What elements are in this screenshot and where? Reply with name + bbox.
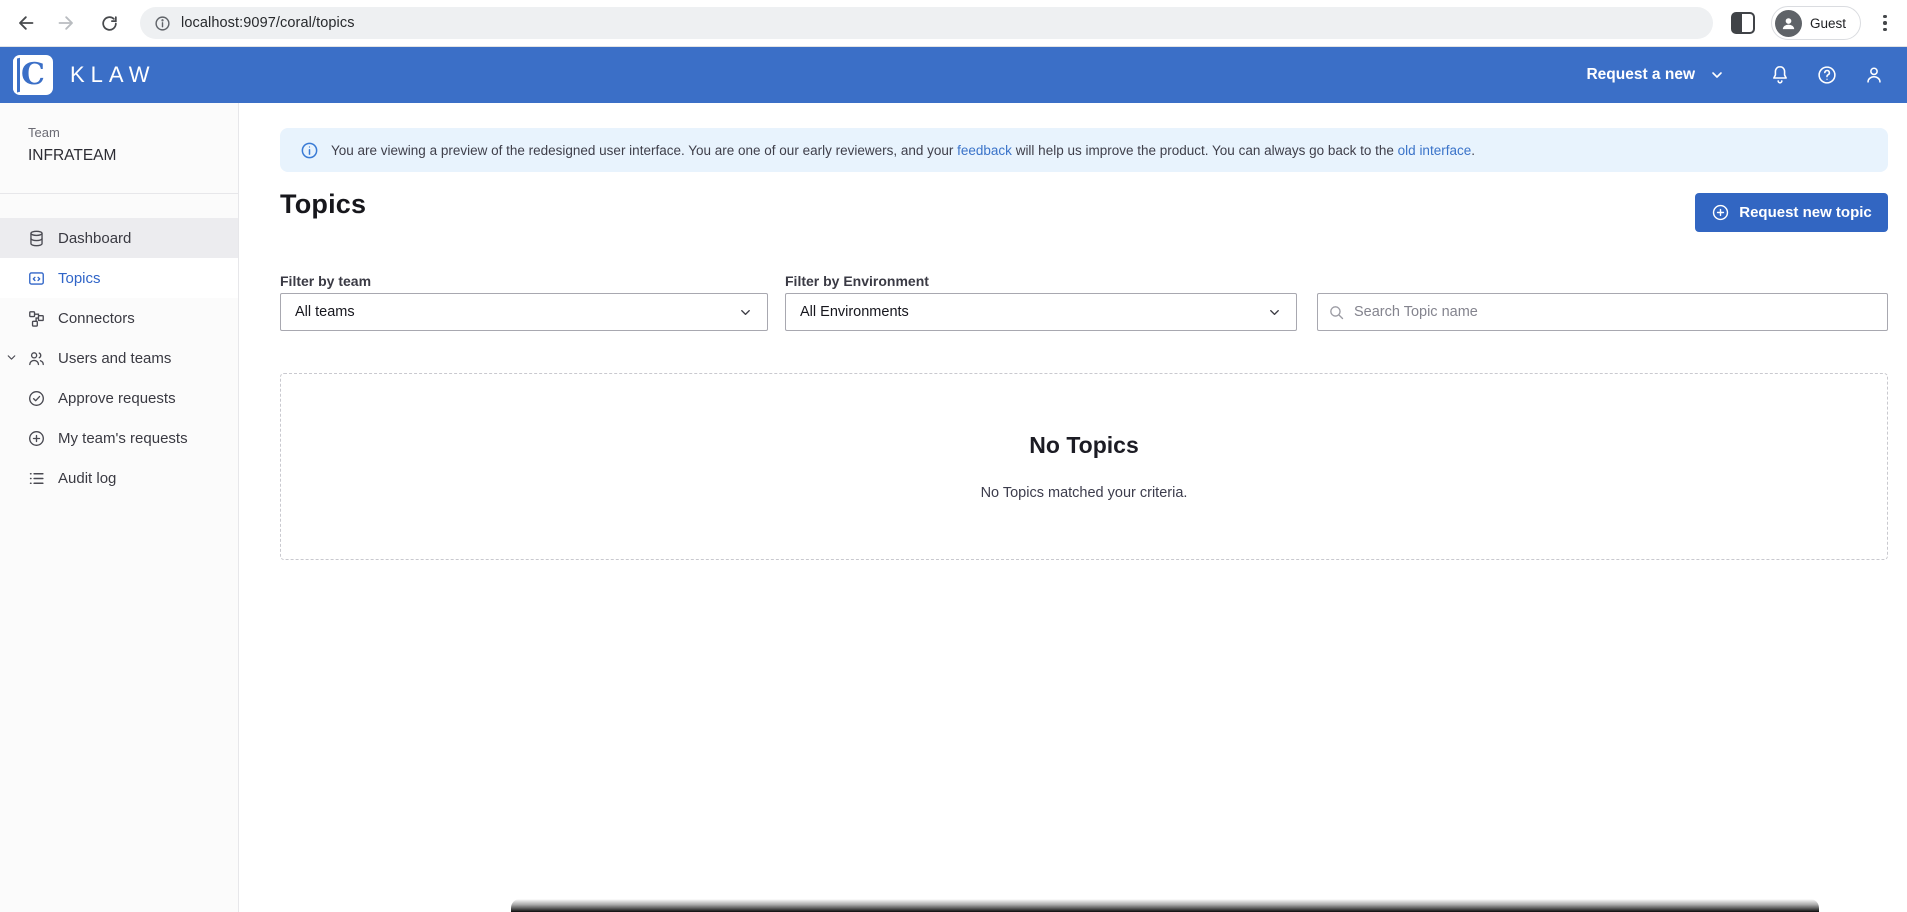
sidebar-item-topics[interactable]: Topics: [0, 258, 238, 298]
help-circle-icon: [1816, 64, 1838, 86]
profile-name: Guest: [1810, 16, 1846, 31]
filter-by-environment-label: Filter by Environment: [785, 273, 929, 289]
request-new-topic-button[interactable]: Request new topic: [1695, 193, 1888, 232]
klaw-logo[interactable]: C: [13, 55, 53, 95]
user-icon: [1863, 64, 1885, 86]
info-icon: [300, 141, 319, 160]
forward-arrow-icon: [57, 13, 77, 33]
browser-forward-button[interactable]: [50, 6, 84, 40]
sidebar-item-label: Users and teams: [58, 350, 171, 367]
audit-log-icon: [26, 468, 46, 488]
side-panel-icon[interactable]: [1731, 12, 1755, 34]
preview-banner: You are viewing a preview of the redesig…: [280, 128, 1888, 172]
team-filter-value: All teams: [295, 304, 355, 320]
sidebar-item-label: Topics: [58, 270, 101, 287]
reload-icon: [100, 14, 119, 33]
help-button[interactable]: [1814, 62, 1840, 88]
address-bar[interactable]: localhost:9097/coral/topics: [140, 7, 1713, 39]
app-header: C KLAW Request a new: [0, 47, 1907, 103]
sidebar-item-label: Audit log: [58, 470, 116, 487]
environment-filter-select[interactable]: All Environments: [785, 293, 1297, 331]
browser-profile-chip[interactable]: Guest: [1771, 6, 1861, 40]
sidebar-item-my-teams-requests[interactable]: My team's requests: [0, 418, 238, 458]
browser-back-button[interactable]: [8, 6, 42, 40]
browser-menu-button[interactable]: [1873, 11, 1897, 35]
avatar: [1775, 10, 1802, 37]
connectors-icon: [26, 308, 46, 328]
users-icon: [26, 348, 46, 368]
page-title: Topics: [280, 189, 366, 220]
page-info-icon[interactable]: [154, 15, 171, 32]
sidebar-item-connectors[interactable]: Connectors: [0, 298, 238, 338]
chevron-down-icon: [1267, 305, 1282, 320]
sidebar-item-dashboard[interactable]: Dashboard: [0, 218, 238, 258]
sidebar-item-label: My team's requests: [58, 430, 188, 447]
sidebar-item-label: Dashboard: [58, 230, 131, 247]
profile-button[interactable]: [1861, 62, 1887, 88]
main-content: You are viewing a preview of the redesig…: [240, 103, 1907, 912]
url-text: localhost:9097/coral/topics: [181, 15, 355, 31]
request-a-new-label: Request a new: [1586, 66, 1695, 84]
browser-toolbar: localhost:9097/coral/topics Guest: [0, 0, 1907, 47]
browser-reload-button[interactable]: [92, 6, 126, 40]
environment-filter-value: All Environments: [800, 304, 909, 320]
team-requests-icon: [26, 428, 46, 448]
approve-icon: [26, 388, 46, 408]
sidebar-item-approve-requests[interactable]: Approve requests: [0, 378, 238, 418]
person-icon: [1780, 15, 1797, 32]
sidebar-item-label: Connectors: [58, 310, 135, 327]
chevron-down-icon: [738, 305, 753, 320]
old-interface-link[interactable]: old interface: [1398, 143, 1472, 158]
sidebar-item-audit-log[interactable]: Audit log: [0, 458, 238, 498]
banner-text: You are viewing a preview of the redesig…: [331, 143, 1475, 158]
search-icon: [1328, 304, 1345, 321]
search-topic-input[interactable]: [1354, 304, 1877, 320]
sidebar-divider: [0, 193, 238, 194]
filter-by-team-label: Filter by team: [280, 273, 371, 289]
team-label: Team: [28, 125, 238, 140]
sidebar-item-users-and-teams[interactable]: Users and teams: [0, 338, 238, 378]
team-block: Team INFRATEAM: [0, 103, 238, 165]
feedback-link[interactable]: feedback: [957, 143, 1012, 158]
chevron-down-icon: [1709, 67, 1725, 83]
request-new-topic-label: Request new topic: [1739, 204, 1872, 221]
empty-state: No Topics No Topics matched your criteri…: [280, 373, 1888, 560]
empty-state-title: No Topics: [1029, 432, 1138, 459]
back-arrow-icon: [15, 13, 35, 33]
kebab-menu-icon: [1883, 13, 1887, 33]
plus-circle-icon: [1711, 203, 1730, 222]
bell-icon: [1769, 64, 1791, 86]
expand-chevron-icon[interactable]: [5, 351, 18, 364]
brand-name[interactable]: KLAW: [70, 62, 156, 88]
team-name: INFRATEAM: [28, 147, 238, 165]
topics-icon: [26, 268, 46, 288]
sidebar-nav: Dashboard Topics Connectors Users and te…: [0, 218, 238, 498]
sidebar: Team INFRATEAM Dashboard Topics Connecto…: [0, 103, 239, 912]
empty-state-message: No Topics matched your criteria.: [981, 485, 1188, 501]
request-a-new-menu[interactable]: Request a new: [1586, 66, 1725, 84]
dashboard-icon: [26, 228, 46, 248]
team-filter-select[interactable]: All teams: [280, 293, 768, 331]
notifications-button[interactable]: [1767, 62, 1793, 88]
topic-search-field: [1317, 293, 1888, 331]
sidebar-item-label: Approve requests: [58, 390, 176, 407]
bottom-dock-strip: [511, 899, 1819, 912]
